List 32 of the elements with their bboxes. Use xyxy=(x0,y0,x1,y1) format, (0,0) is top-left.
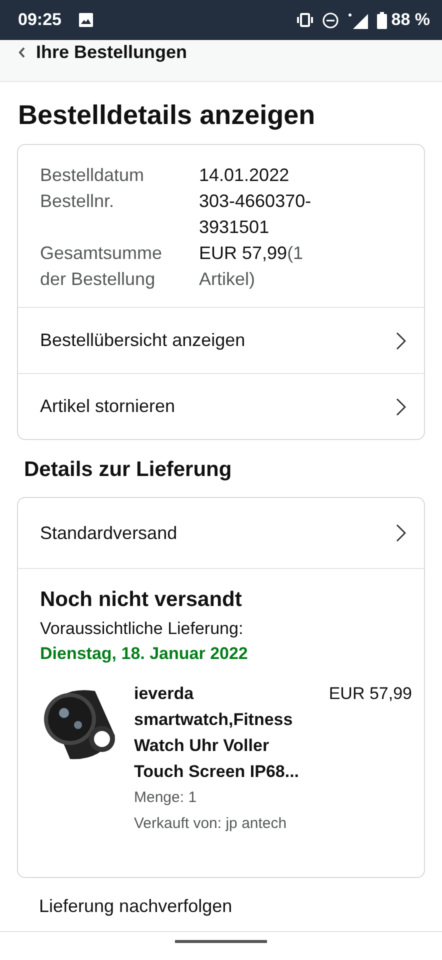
list-item[interactable]: Bestellübersicht anzeigen xyxy=(18,307,424,373)
signal-icon xyxy=(347,12,370,28)
home-handle[interactable] xyxy=(175,940,267,943)
page-title: Bestelldetails anzeigen xyxy=(18,99,316,131)
vibrate-icon xyxy=(296,13,314,27)
track-link[interactable]: Lieferung nachverfolgen xyxy=(39,896,232,916)
field-value: 14.01.2022 xyxy=(199,164,290,187)
product-title[interactable]: ieverda smartwatch,Fitness Watch Uhr Voller Touch Screen IP68... xyxy=(134,681,312,785)
delivery-date: Dienstag, 18. Januar 2022 xyxy=(40,643,249,665)
product-price: EUR 57,99 xyxy=(328,683,412,705)
chevron-right-icon xyxy=(396,332,406,350)
chevron-left-icon xyxy=(18,46,26,58)
clock: 09:25 xyxy=(18,10,62,30)
field-value: 303-4660370-3931501 xyxy=(199,190,312,239)
chevron-right-icon xyxy=(396,398,406,416)
field-label: Bestellnr. xyxy=(40,190,116,213)
do-not-disturb-icon xyxy=(322,12,340,28)
image-icon xyxy=(79,13,94,27)
field-label: Bestelldatum xyxy=(40,164,146,187)
quantity-text: Menge: 1 xyxy=(134,788,198,808)
chevron-right-icon xyxy=(396,524,406,542)
list-item[interactable]: Artikel stornieren xyxy=(18,373,424,439)
delivery-label: Voraussichtliche Lieferung: xyxy=(40,618,244,640)
battery-icon xyxy=(377,12,388,28)
back-link[interactable]: Ihre Bestellungen xyxy=(18,41,188,63)
field-value: EUR 57,99(1 Artikel) xyxy=(199,242,304,291)
seller-text: Verkauft von: jp antech xyxy=(134,814,288,834)
shipment-status: Noch nicht versandt xyxy=(40,587,243,613)
battery-percentage: 88 % xyxy=(391,10,430,30)
field-label: Gesamtsumme der Bestellung xyxy=(40,242,164,291)
section-heading: Details zur Lieferung xyxy=(24,457,233,483)
list-item[interactable]: Standardversand xyxy=(18,498,424,568)
